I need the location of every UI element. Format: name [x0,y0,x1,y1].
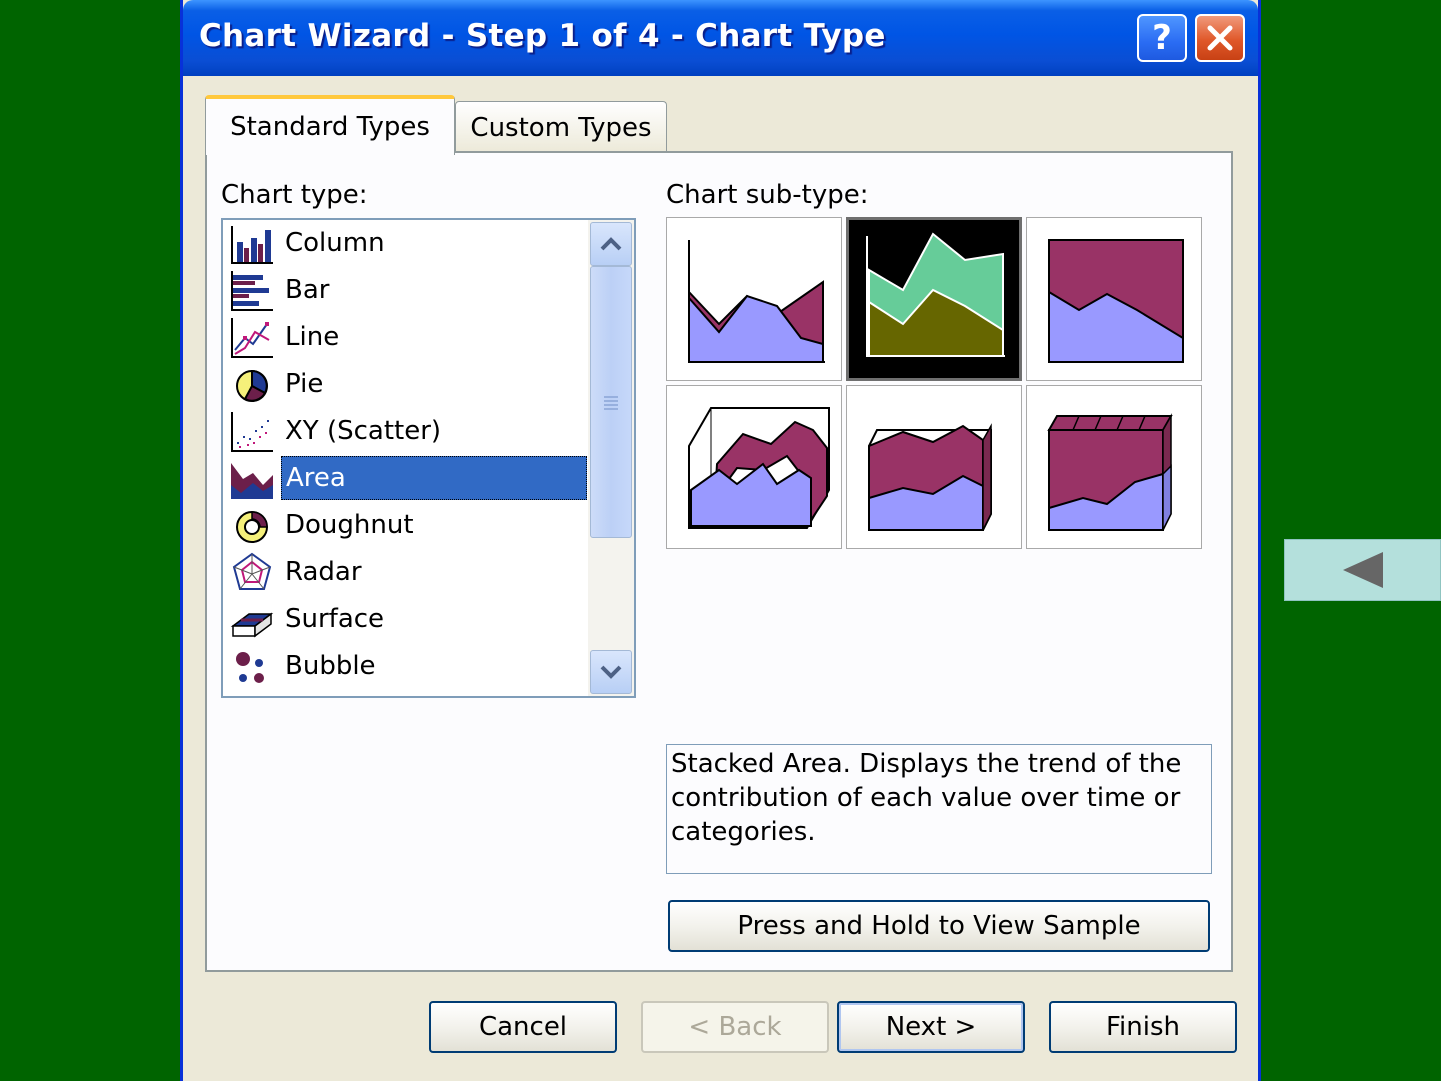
scroll-up-button[interactable] [590,222,632,266]
list-item-pie[interactable]: Pie [229,361,589,407]
column-chart-icon [231,226,273,264]
scroll-thumb[interactable] [590,266,632,538]
list-item-label: Doughnut [285,510,414,540]
pie-chart-icon [236,369,268,402]
triangle-left-icon [1342,552,1383,588]
chart-type-scrollbar[interactable] [588,220,634,696]
bubble-chart-icon [236,652,264,683]
list-item-bubble[interactable]: Bubble [229,643,589,689]
list-item-label: Radar [285,557,362,587]
subtype-3d-area[interactable] [666,385,842,549]
cancel-button[interactable]: Cancel [429,1001,617,1053]
next-button[interactable]: Next > [837,1001,1025,1053]
list-item-area[interactable]: Area [229,455,589,501]
bar-chart-icon [231,271,273,311]
list-item-label: Column [285,228,385,258]
list-item-label: Area [281,456,587,500]
tab-standard-types[interactable]: Standard Types [205,95,455,155]
view-sample-button[interactable]: Press and Hold to View Sample [668,900,1210,952]
chevron-down-icon [600,665,622,679]
list-item-column[interactable]: Column [229,220,589,266]
list-item-label: XY (Scatter) [285,416,442,446]
list-item-xy-scatter[interactable]: XY (Scatter) [229,408,589,454]
scatter-chart-icon [231,412,273,452]
scroll-down-button[interactable] [590,650,632,694]
list-item-label: Surface [285,604,385,634]
title-bar[interactable]: Chart Wizard - Step 1 of 4 - Chart Type … [183,0,1258,76]
chart-type-label: Chart type: [221,180,368,210]
finish-button[interactable]: Finish [1049,1001,1237,1053]
list-item-label: Pie [285,369,324,399]
help-button[interactable]: ? [1137,14,1187,62]
window-title: Chart Wizard - Step 1 of 4 - Chart Type [199,18,886,54]
list-item-radar[interactable]: Radar [229,549,589,595]
close-button[interactable] [1195,14,1245,62]
line-chart-icon [231,318,273,358]
list-item-doughnut[interactable]: Doughnut [229,502,589,548]
subtype-3d-stacked-area[interactable] [846,385,1022,549]
radar-chart-icon [232,552,272,590]
back-button[interactable]: < Back [641,1001,829,1053]
list-item-label: Line [285,322,340,352]
subtype-3d-100-stacked-area[interactable] [1026,385,1202,549]
chevron-up-icon [600,237,622,251]
help-icon: ? [1152,18,1172,58]
chart-type-list[interactable]: Column Bar Line Pie XY (Scatter) Area Do… [221,218,636,698]
grip-icon [604,396,618,410]
previous-slide-button[interactable] [1284,539,1441,601]
doughnut-chart-icon [236,511,268,543]
area-chart-icon [231,463,273,499]
subtype-description: Stacked Area. Displays the trend of the … [666,744,1212,874]
list-item-bar[interactable]: Bar [229,267,589,313]
list-item-label: Bubble [285,651,376,681]
list-item-line[interactable]: Line [229,314,589,360]
close-icon [1207,25,1233,51]
subtype-stacked-area[interactable] [846,217,1022,381]
subtype-100-stacked-area[interactable] [1026,217,1202,381]
chart-wizard-dialog: Chart Wizard - Step 1 of 4 - Chart Type … [180,0,1261,1081]
subtype-area[interactable] [666,217,842,381]
list-item-label: Bar [285,275,330,305]
surface-chart-icon [230,612,274,638]
list-item-surface[interactable]: Surface [229,596,589,642]
chart-subtype-label: Chart sub-type: [666,180,869,210]
tab-custom-types[interactable]: Custom Types [455,101,667,153]
